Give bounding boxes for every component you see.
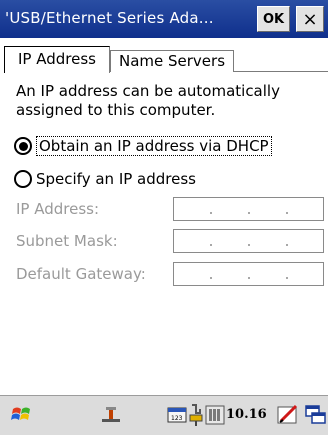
radio-unselected-icon[interactable] <box>14 170 32 188</box>
subnet-mask-field <box>173 229 324 253</box>
svg-text:123: 123 <box>171 415 183 422</box>
start-windows-icon[interactable] <box>10 403 34 427</box>
taskbar-clock[interactable]: 10.16 <box>226 407 267 422</box>
radio-specify-ip[interactable]: Specify an IP address <box>14 167 196 191</box>
ip-address-field <box>173 197 324 221</box>
taskbar: 123 10.16 <box>0 394 328 435</box>
default-gateway-label: Default Gateway: <box>16 265 146 283</box>
ip-address-label: IP Address: <box>16 200 100 218</box>
battery-icon[interactable] <box>205 404 225 426</box>
ok-button[interactable]: OK <box>257 6 290 32</box>
close-button[interactable]: × <box>296 6 324 32</box>
description-text: An IP address can be automatically assig… <box>16 82 280 119</box>
network-icon[interactable] <box>100 405 122 425</box>
default-gateway-field <box>173 262 324 286</box>
input-panel-icon[interactable]: 123 <box>167 405 187 425</box>
radio-selected-icon[interactable] <box>14 137 32 155</box>
ip-address-row: IP Address: <box>16 197 324 221</box>
radio-dhcp[interactable]: Obtain an IP address via DHCP <box>14 134 272 158</box>
subnet-mask-row: Subnet Mask: <box>16 229 324 253</box>
usb-connector-icon[interactable] <box>187 403 205 427</box>
radio-dhcp-label[interactable]: Obtain an IP address via DHCP <box>36 136 272 156</box>
pen-icon[interactable] <box>276 403 300 427</box>
tab-name-servers[interactable]: Name Servers <box>110 50 234 72</box>
title-bar: 'USB/Ethernet Series Ada... OK × <box>0 0 328 38</box>
window-switch-icon[interactable] <box>305 404 327 426</box>
radio-specify-ip-label[interactable]: Specify an IP address <box>36 170 196 188</box>
window-title: 'USB/Ethernet Series Ada... <box>5 9 214 27</box>
subnet-mask-label: Subnet Mask: <box>16 232 118 250</box>
tab-strip: IP Address Name Servers <box>0 46 328 73</box>
ip-address-panel: An IP address can be automatically assig… <box>0 72 328 394</box>
default-gateway-row: Default Gateway: <box>16 262 324 286</box>
tab-ip-address[interactable]: IP Address <box>4 46 110 73</box>
